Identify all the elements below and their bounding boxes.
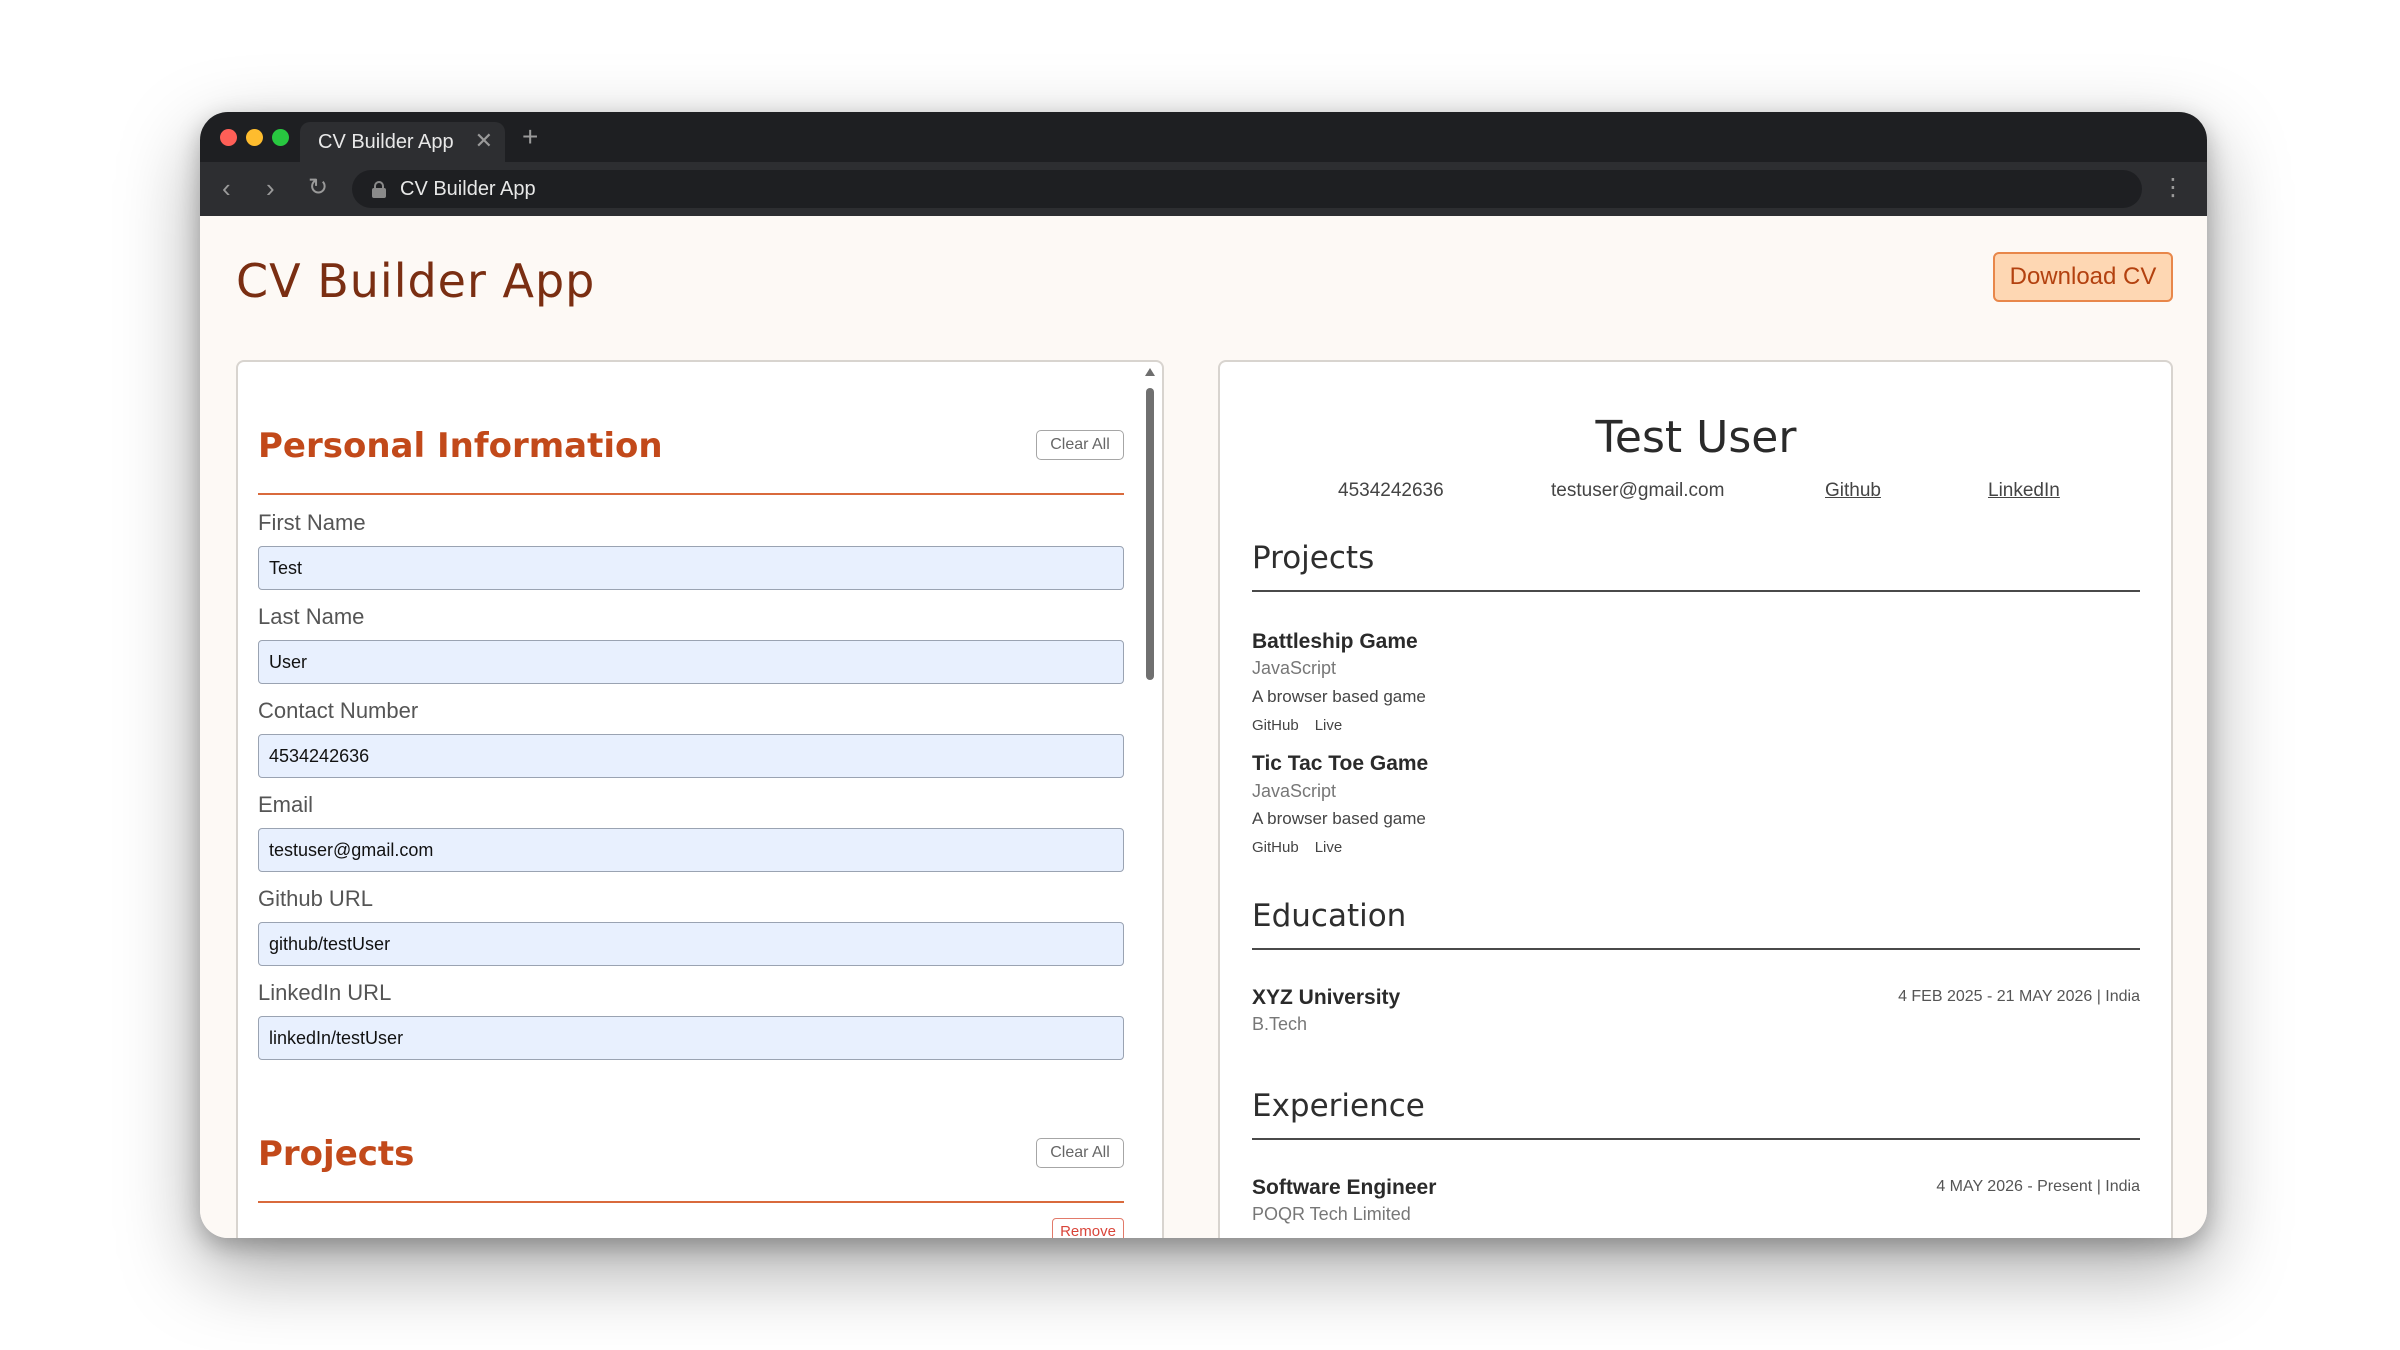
first-name-field[interactable] (258, 546, 1124, 590)
project-github-link[interactable]: GitHub (1252, 839, 1299, 856)
first-name-label: First Name (258, 510, 366, 535)
cv-experience-title: Experience (1252, 1088, 1425, 1124)
tab-title: CV Builder App (318, 130, 454, 153)
cv-form-panel[interactable]: Personal Information Clear All First Nam… (236, 360, 1164, 1238)
experience-meta: 4 MAY 2026 - Present | India (1936, 1178, 2140, 1195)
linkedin-url-field[interactable] (258, 1016, 1124, 1060)
project-title: Tic Tac Toe Game (1252, 752, 1429, 775)
scroll-up-icon[interactable] (1145, 368, 1155, 376)
email-field[interactable] (258, 828, 1124, 872)
project-links: GitHub Live (1252, 839, 1358, 856)
github-url-field[interactable] (258, 922, 1124, 966)
forward-icon[interactable]: › (266, 174, 275, 202)
cv-github-link[interactable]: Github (1825, 480, 1881, 502)
personal-info-title: Personal Information (258, 426, 663, 466)
section-divider (258, 1201, 1124, 1203)
project-description: A browser based game (1252, 687, 1426, 706)
projects-form-header: Projects Clear All (258, 1134, 1124, 1203)
cv-linkedin-link[interactable]: LinkedIn (1988, 480, 2060, 502)
last-name-label: Last Name (258, 604, 365, 629)
cv-name: Test User (1595, 412, 1797, 463)
reload-icon[interactable]: ↻ (308, 174, 328, 202)
last-name-field[interactable] (258, 640, 1124, 684)
form-scrollbar[interactable] (1144, 368, 1156, 1238)
clear-personal-button[interactable]: Clear All (1036, 430, 1124, 460)
section-divider (258, 493, 1124, 495)
url-text: CV Builder App (400, 177, 536, 200)
personal-info-header: Personal Information Clear All (258, 426, 1124, 495)
project-links: GitHub Live (1252, 717, 1358, 734)
new-tab-icon[interactable]: + (522, 122, 538, 152)
email-label: Email (258, 792, 314, 817)
cv-section-divider (1252, 1138, 2140, 1140)
projects-form-title: Projects (258, 1134, 415, 1174)
education-meta: 4 FEB 2025 - 21 MAY 2026 | India (1898, 988, 2140, 1005)
cv-preview-panel: Test User 4534242636 testuser@gmail.com … (1218, 360, 2173, 1238)
education-school: XYZ University (1252, 986, 1401, 1009)
close-window-icon[interactable] (220, 129, 237, 146)
maximize-window-icon[interactable] (272, 129, 289, 146)
contact-number-field[interactable] (258, 734, 1124, 778)
minimize-window-icon[interactable] (246, 129, 263, 146)
browser-tab[interactable]: CV Builder App ✕ (300, 122, 505, 162)
cv-education-title: Education (1252, 898, 1407, 934)
project-github-link[interactable]: GitHub (1252, 717, 1299, 734)
project-live-link[interactable]: Live (1315, 839, 1343, 856)
address-bar: ‹ › ↻ CV Builder App ⋮ (200, 162, 2207, 216)
clear-projects-button[interactable]: Clear All (1036, 1138, 1124, 1168)
experience-company: POQR Tech Limited (1252, 1204, 1411, 1224)
project-tech: JavaScript (1252, 781, 1337, 801)
app-page: CV Builder App Download CV Personal Info… (200, 216, 2207, 1238)
github-url-label: Github URL (258, 886, 373, 911)
linkedin-url-label: LinkedIn URL (258, 980, 392, 1005)
tab-close-icon[interactable]: ✕ (475, 130, 493, 152)
remove-project-button[interactable]: Remove (1052, 1218, 1124, 1238)
browser-menu-icon[interactable]: ⋮ (2161, 174, 2185, 202)
cv-section-divider (1252, 590, 2140, 592)
cv-email: testuser@gmail.com (1551, 480, 1725, 501)
project-title: Battleship Game (1252, 630, 1418, 653)
download-cv-button[interactable]: Download CV (1993, 252, 2173, 302)
project-live-link[interactable]: Live (1315, 717, 1343, 734)
back-icon[interactable]: ‹ (222, 174, 231, 202)
contact-number-label: Contact Number (258, 698, 419, 723)
cv-projects-title: Projects (1252, 540, 1375, 576)
lock-icon (372, 181, 386, 198)
cv-section-divider (1252, 948, 2140, 950)
project-description: A browser based game (1252, 809, 1426, 828)
url-field[interactable]: CV Builder App (352, 170, 2142, 208)
experience-role: Software Engineer (1252, 1176, 1437, 1199)
cv-phone: 4534242636 (1338, 480, 1444, 501)
app-title: CV Builder App (236, 254, 596, 308)
scrollbar-thumb[interactable] (1146, 388, 1154, 680)
project-tech: JavaScript (1252, 658, 1337, 678)
education-degree: B.Tech (1252, 1014, 1308, 1034)
tab-bar: CV Builder App ✕ + (200, 112, 2207, 162)
browser-window: CV Builder App ✕ + ‹ › ↻ CV Builder App … (200, 112, 2207, 1238)
